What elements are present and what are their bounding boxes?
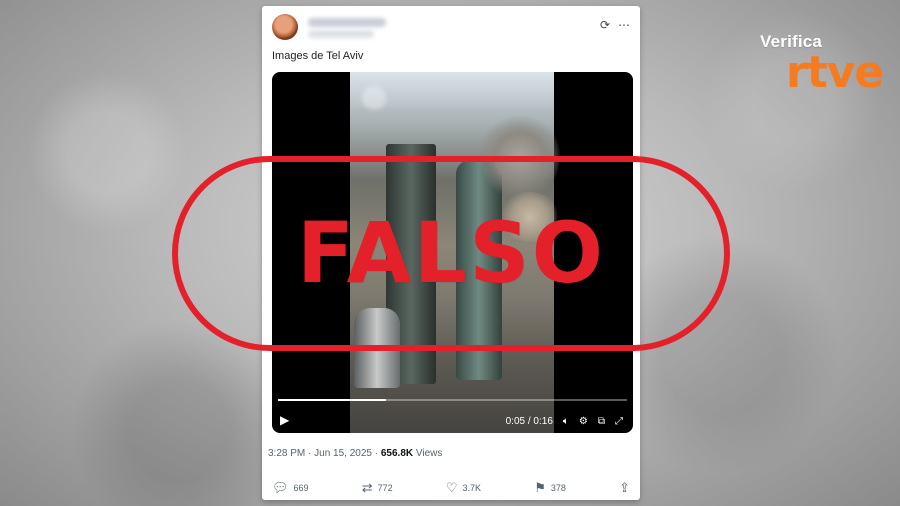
logo-rtve-text: rtve	[786, 47, 884, 98]
post-caption: Images de Tel Aviv	[272, 50, 364, 62]
bookmark-button[interactable]: ⚑ 378	[534, 480, 566, 496]
bookmark-icon: ⚑	[534, 480, 546, 495]
blurred-handle	[308, 30, 374, 38]
video-time: 0:05 / 0:16	[505, 416, 553, 427]
repost-count: 772	[377, 483, 393, 493]
video-controls: ▶ 0:05 / 0:16 🔈︎ ⚙︎ ⧉ ⤢	[272, 395, 633, 433]
share-icon: ⇪	[619, 480, 630, 495]
reply-count: 669	[293, 483, 309, 493]
blurred-watermark	[362, 86, 386, 110]
bookmark-count: 378	[550, 483, 566, 493]
repost-button[interactable]: ⇄ 772	[362, 480, 393, 496]
reply-icon: 💬︎	[272, 480, 289, 495]
falso-stamp: FALSO	[172, 156, 730, 351]
like-count: 3.7K	[462, 483, 482, 493]
post-actions: 💬︎ 669 ⇄ 772 ♡ 3.7K ⚑ 378 ⇪	[272, 480, 630, 496]
views-count: 656.8K	[380, 448, 414, 459]
post-header: ⟳ ⋯	[272, 14, 630, 44]
post-time[interactable]: 3:28 PM	[268, 448, 305, 459]
blurred-username	[308, 18, 386, 27]
video-progress-bar[interactable]	[278, 399, 627, 401]
post-header-icons: ⟳ ⋯	[600, 18, 630, 32]
repost-icon: ⇄	[361, 480, 373, 495]
avatar[interactable]	[272, 14, 298, 40]
settings-gear-icon[interactable]: ⚙︎	[579, 416, 588, 427]
share-button[interactable]: ⇪	[619, 480, 630, 496]
falso-stamp-text: FALSO	[296, 204, 606, 302]
picture-in-picture-icon[interactable]: ⧉	[598, 416, 605, 427]
reply-button[interactable]: 💬︎ 669	[272, 480, 309, 496]
video-progress-fill	[278, 399, 387, 401]
grok-icon[interactable]: ⟳	[600, 18, 610, 32]
post-date[interactable]: Jun 15, 2025	[314, 448, 372, 459]
fullscreen-icon[interactable]: ⤢	[615, 416, 623, 427]
video-right-controls: 0:05 / 0:16 🔈︎ ⚙︎ ⧉ ⤢	[506, 416, 623, 427]
post-meta: 3:28 PM · Jun 15, 2025 · 656.8K Views	[268, 448, 443, 459]
more-options-icon[interactable]: ⋯	[618, 18, 630, 32]
heart-icon: ♡	[445, 480, 458, 495]
volume-icon[interactable]: 🔈︎	[563, 416, 569, 427]
rtve-verifica-logo: Verifica rtve	[760, 32, 884, 98]
like-button[interactable]: ♡ 3.7K	[446, 480, 481, 496]
views-label: Views	[415, 448, 443, 459]
play-icon[interactable]: ▶	[280, 413, 289, 427]
